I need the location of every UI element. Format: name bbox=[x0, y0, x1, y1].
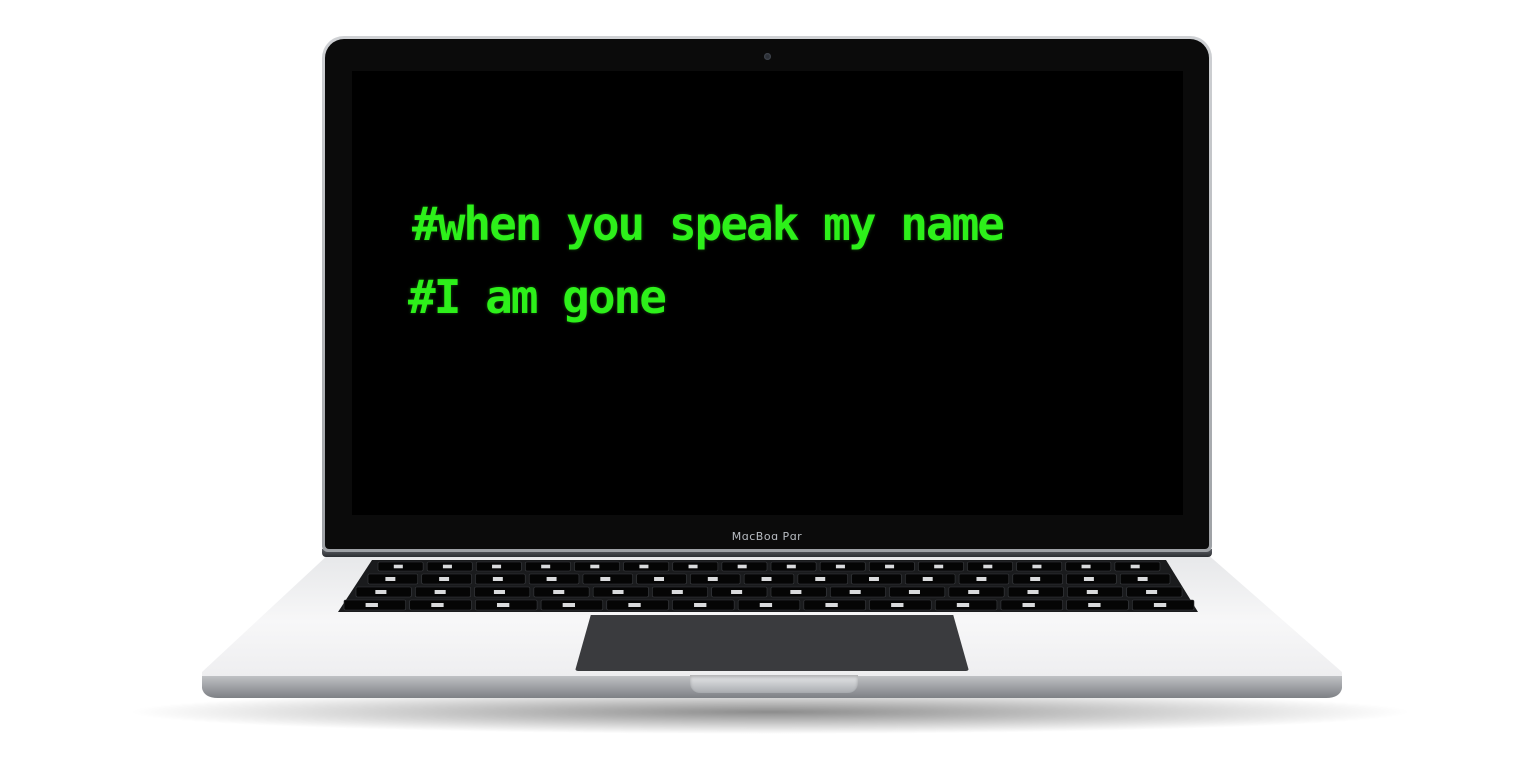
key-legend-mark bbox=[869, 577, 879, 581]
key-legend-mark bbox=[628, 603, 641, 607]
product-photo-stage: #when you speak my name #I am gone MɑcBo… bbox=[0, 0, 1536, 768]
key-legend-mark bbox=[375, 590, 387, 594]
laptop-lid: #when you speak my name #I am gone MɑcBo… bbox=[322, 36, 1212, 552]
key-legend-mark bbox=[731, 590, 743, 594]
key-legend-mark bbox=[600, 577, 611, 581]
key-legend-mark bbox=[442, 564, 452, 569]
key-legend-mark bbox=[671, 590, 683, 594]
brand-label: MɑcBoɑ Pɑr bbox=[731, 530, 803, 543]
key-legend-mark bbox=[385, 577, 396, 581]
key-legend-mark bbox=[546, 577, 557, 581]
key-legend-mark bbox=[922, 577, 933, 581]
key-legend-mark bbox=[761, 577, 772, 581]
key-legend-mark bbox=[654, 577, 665, 581]
key-legend-mark bbox=[496, 603, 510, 607]
screen-bezel: #when you speak my name #I am gone MɑcBo… bbox=[325, 39, 1209, 549]
key-legend-mark bbox=[956, 603, 970, 607]
key-legend-mark bbox=[1083, 577, 1094, 581]
key-legend-mark bbox=[688, 564, 698, 569]
key-legend-mark bbox=[1137, 577, 1148, 581]
key-legend-mark bbox=[694, 603, 707, 607]
key-legend-mark bbox=[434, 590, 446, 594]
key-legend-mark bbox=[1027, 590, 1039, 594]
screen-line-2: #I am gone bbox=[408, 270, 667, 324]
screen-line-1: #when you speak my name bbox=[412, 197, 1005, 251]
key-legend-mark bbox=[1081, 564, 1091, 569]
key-legend-mark bbox=[562, 603, 576, 607]
key-legend-mark bbox=[934, 564, 944, 569]
key-legend-mark bbox=[431, 603, 444, 607]
key-legend-mark bbox=[1032, 564, 1042, 569]
key-legend-mark bbox=[786, 564, 796, 569]
key-legend-mark bbox=[849, 590, 861, 594]
key-legend-mark bbox=[1146, 590, 1158, 594]
key-legend-mark bbox=[885, 564, 895, 569]
webcam-icon bbox=[764, 53, 771, 60]
key-legend-mark bbox=[553, 590, 565, 594]
key-legend-mark bbox=[1153, 603, 1167, 607]
key-legend-mark bbox=[891, 603, 904, 607]
key-legend-mark bbox=[612, 590, 624, 594]
key-legend-mark bbox=[983, 564, 993, 569]
key-legend-mark bbox=[968, 590, 980, 594]
key-legend-mark bbox=[541, 564, 551, 569]
lid-open-notch bbox=[690, 675, 858, 693]
key-legend-mark bbox=[835, 564, 845, 569]
key-legend-mark bbox=[908, 590, 920, 594]
key-legend-mark bbox=[759, 603, 773, 607]
key-legend-mark bbox=[639, 564, 649, 569]
key-legend-mark bbox=[1130, 564, 1140, 569]
key-legend-mark bbox=[493, 590, 505, 594]
key-legend-mark bbox=[976, 577, 987, 581]
key-legend-mark bbox=[790, 590, 802, 594]
key-legend-mark bbox=[1088, 603, 1101, 607]
key-legend-mark bbox=[492, 564, 502, 569]
trackpad[interactable] bbox=[575, 615, 969, 671]
key-legend-mark bbox=[590, 564, 600, 569]
laptop-screen: #when you speak my name #I am gone bbox=[352, 71, 1183, 515]
key-legend-mark bbox=[439, 577, 450, 581]
key-legend-mark bbox=[492, 577, 503, 581]
key-legend-mark bbox=[1022, 603, 1035, 607]
key-legend-mark bbox=[737, 564, 747, 569]
key-legend-mark bbox=[1030, 577, 1041, 581]
key-legend-mark bbox=[365, 603, 378, 607]
key-legend-mark bbox=[393, 564, 403, 569]
key-legend-mark bbox=[815, 577, 826, 581]
key-legend-mark bbox=[1086, 590, 1098, 594]
key-legend-mark bbox=[707, 577, 718, 581]
key-legend-mark bbox=[825, 603, 838, 607]
